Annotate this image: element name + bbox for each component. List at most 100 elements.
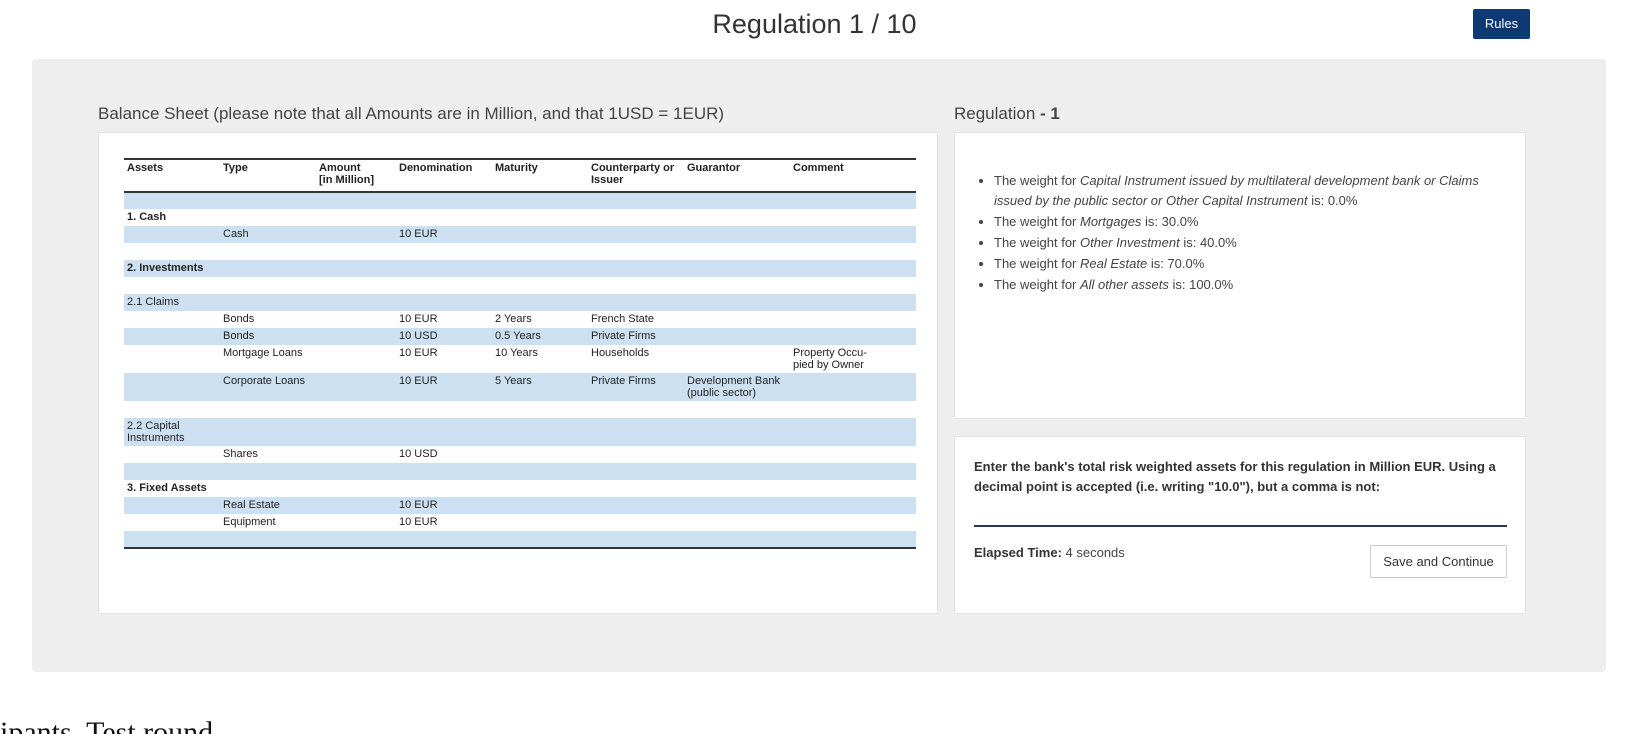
table-cell: Bonds [220,328,316,345]
table-cell [124,497,220,514]
table-cell [684,226,790,243]
risk-weighted-assets-input[interactable] [974,503,1507,527]
answer-panel: Enter the bank's total risk weighted ass… [954,436,1526,614]
table-cell [684,243,790,260]
regulation-weight-em: Real Estate [1080,256,1148,271]
table-cell: 2 Years [495,313,532,325]
table-row [124,401,916,418]
table-cell [124,311,220,328]
table-cell: 2.1 Claims [124,294,220,311]
balance-sheet-table: Assets Type Amount [in Million] Denominatio… [124,158,916,549]
table-cell [396,192,492,209]
table-cell [316,243,396,260]
regulation-weight-post: is: 40.0% [1179,235,1237,250]
table-cell [790,463,916,480]
table-cell: 10 USD [399,448,438,460]
table-cell [684,418,790,446]
regulation-weight-item: The weight for Mortgages is: 30.0% [994,212,1504,232]
regulation-panel: The weight for Capital Instrument issued… [954,132,1526,419]
table-cell [124,531,220,549]
regulation-weight-em: Other Investment [1080,235,1180,250]
table-cell: Private Firms [588,373,684,401]
regulation-weight-item: The weight for Other Investment is: 40.0… [994,233,1504,253]
table-cell [588,480,684,497]
table-cell [124,243,220,260]
table-cell: Corporate Loans [220,373,316,401]
column-header: Assets [124,158,220,193]
table-cell [790,531,916,549]
table-cell [588,260,684,277]
table-cell [316,480,396,497]
elapsed-time-value: 4 seconds [1061,545,1125,560]
table-cell [588,418,684,446]
table-cell [220,209,316,226]
table-cell [316,446,396,463]
table-row [124,192,916,209]
table-row: Bonds 10 EUR 2 Years French State [124,311,916,328]
save-and-continue-button[interactable]: Save and Continue [1370,545,1507,578]
table-cell [396,277,492,294]
table-cell [124,277,220,294]
table-cell [588,243,684,260]
table-cell [684,345,790,373]
table-cell [790,497,916,514]
table-cell [790,401,916,418]
table-cell [316,311,396,328]
page-title: Regulation 1 / 10 [712,9,917,39]
regulation-weight-post: is: 30.0% [1141,214,1199,229]
table-cell [790,277,916,294]
table-cell: 2. Investments [124,260,220,277]
table-cell [396,531,492,549]
table-cell [684,463,790,480]
table-cell [220,480,316,497]
table-cell: 0.5 Years [492,328,588,345]
table-cell [316,260,396,277]
table-cell [492,192,588,209]
table-cell [124,514,220,531]
table-cell [492,497,588,514]
table-cell [316,277,396,294]
table-cell [684,446,790,463]
table-cell: Cash [220,226,316,243]
table-cell [588,531,684,549]
table-cell [396,418,492,446]
table-cell [316,209,396,226]
table-cell [316,401,396,418]
footer-text: ipants. Test round [0,716,214,734]
table-cell [492,277,588,294]
table-cell [492,209,588,226]
table-cell [684,192,790,209]
regulation-weight-pre: The weight for [994,277,1080,292]
table-cell [790,418,916,446]
table-cell: 5 Years [492,373,588,401]
table-cell [492,514,588,531]
balance-sheet-panel: Assets Type Amount [in Million] Denominatio… [98,132,938,614]
table-row: Bonds 10 USD 0.5 Years Private Firms [124,328,916,345]
table-row [124,463,916,480]
table-cell [588,497,684,514]
table-cell: 10 EUR [396,497,492,514]
table-cell [492,418,588,446]
table-row: 1. Cash [124,209,916,226]
table-cell [790,243,916,260]
regulation-weight-item: The weight for Capital Instrument issued… [994,171,1504,211]
table-cell [492,243,588,260]
table-cell [790,209,916,226]
regulation-weights-list: The weight for Capital Instrument issued… [994,171,1504,296]
column-header: Amount [in Million] [316,158,396,193]
table-cell [790,480,916,497]
table-cell [588,463,684,480]
table-cell [588,514,684,531]
column-header: Denomination [396,158,492,193]
table-row: Real Estate 10 EUR [124,497,916,514]
rules-button[interactable]: Rules [1473,9,1530,39]
table-cell [588,294,684,311]
table-cell [492,401,588,418]
table-cell: Private Firms [588,328,684,345]
table-cell [790,446,916,463]
table-cell: 2.2 Capital Instruments [124,418,220,446]
table-cell: Shares [223,448,258,460]
table-cell [220,531,316,549]
table-cell [684,531,790,549]
table-row [124,243,916,260]
